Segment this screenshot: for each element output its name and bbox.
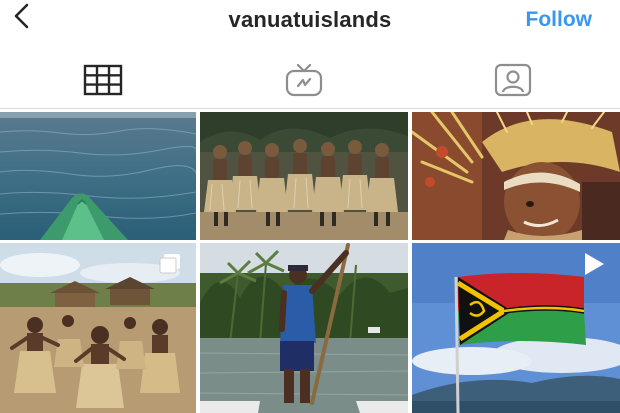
grid-icon [83, 64, 123, 101]
tab-grid[interactable] [0, 56, 206, 108]
post-thumbnail-flag[interactable] [412, 243, 620, 413]
tagged-person-icon [493, 63, 533, 102]
tab-igtv[interactable] [201, 56, 407, 108]
posts-grid [0, 112, 620, 413]
tabs-divider [0, 108, 620, 109]
post-thumbnail-paddler[interactable] [200, 243, 408, 413]
tab-tagged[interactable] [410, 56, 616, 108]
follow-button[interactable]: Follow [526, 8, 593, 32]
post-thumbnail-headdress[interactable] [412, 112, 620, 240]
igtv-icon [284, 63, 324, 102]
profile-tabs [0, 56, 620, 108]
video-play-icon [582, 251, 606, 282]
post-thumbnail-village-dancers[interactable] [0, 243, 196, 413]
profile-header: vanuatuislands Follow [0, 0, 620, 42]
post-thumbnail-kayak[interactable] [0, 112, 196, 240]
carousel-icon [158, 253, 182, 280]
post-thumbnail-dance-group[interactable] [200, 112, 408, 240]
